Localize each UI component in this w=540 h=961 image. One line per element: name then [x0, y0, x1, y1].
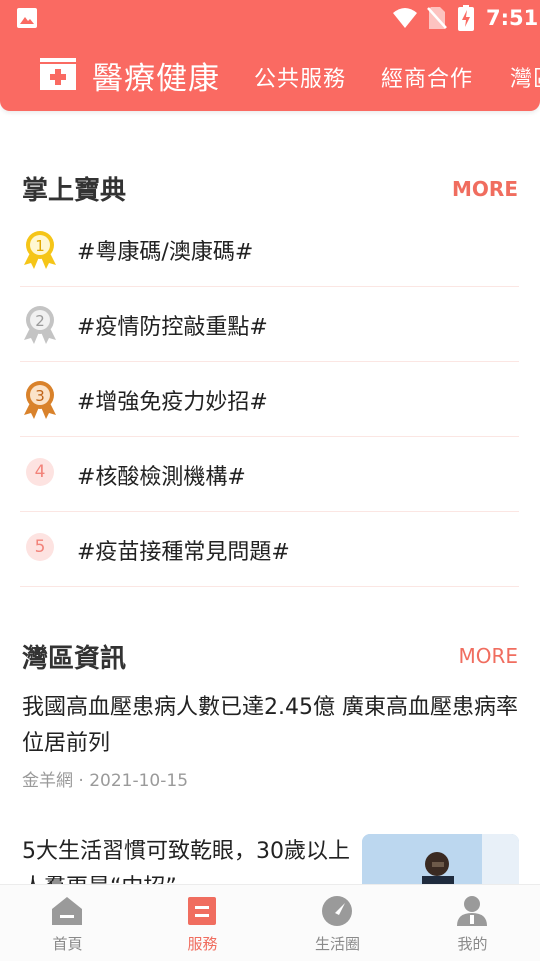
silver-medal-icon: 2: [24, 306, 56, 344]
rank-badge: 5: [26, 533, 54, 561]
svg-text:1: 1: [35, 237, 45, 255]
handbook-item[interactable]: 1 #粵康碼/澳康碼#: [20, 211, 519, 287]
news-more-link[interactable]: MORE: [458, 644, 518, 668]
tab-bay-area[interactable]: 灣區: [510, 61, 540, 93]
handbook-item[interactable]: 3 #增強免疫力妙招#: [20, 361, 519, 437]
tab-public-services[interactable]: 公共服務: [254, 61, 346, 93]
status-bar: 7:51: [0, 0, 540, 36]
handbook-section-title: 掌上寶典: [22, 176, 127, 206]
wifi-icon: [393, 8, 417, 28]
handbook-item[interactable]: 5 #疫苗接種常見問題#: [20, 511, 519, 587]
life-circle-icon: [322, 896, 352, 926]
battery-charging-icon: [458, 5, 474, 31]
nav-home[interactable]: 首頁: [0, 885, 135, 961]
profile-icon: [457, 896, 487, 926]
handbook-item-text: #增強免疫力妙招#: [77, 390, 268, 415]
handbook-more-link[interactable]: MORE: [452, 177, 518, 201]
svg-text:3: 3: [35, 387, 45, 405]
title-bar: 醫療健康 公共服務 經商合作 灣區: [0, 44, 540, 104]
tab-business-cooperation[interactable]: 經商合作: [381, 61, 473, 93]
bronze-medal-icon: 3: [24, 381, 56, 419]
nav-life-circle-label: 生活圈: [314, 935, 360, 953]
nav-profile[interactable]: 我的: [405, 885, 540, 961]
handbook-item-text: #疫苗接種常見問題#: [77, 540, 290, 565]
handbook-item[interactable]: 4 #核酸檢測機構#: [20, 436, 519, 512]
news-item-title[interactable]: 我國高血壓患病人數已達2.45億 廣東高血壓患病率位居前列: [22, 690, 522, 762]
no-sim-icon: [427, 7, 447, 29]
nav-home-label: 首頁: [52, 935, 83, 953]
image-notification-icon: [17, 8, 37, 28]
bottom-navigation: 首頁 服務 生活圈 我的: [0, 884, 540, 961]
nav-services-label: 服務: [187, 935, 218, 953]
nav-profile-label: 我的: [457, 935, 488, 953]
clock: 7:51: [486, 6, 539, 30]
news-item-meta: 金羊網 · 2021-10-15: [22, 771, 189, 791]
handbook-item-text: #粵康碼/澳康碼#: [77, 240, 254, 265]
svg-text:2: 2: [35, 312, 45, 330]
news-section-title: 灣區資訊: [22, 644, 127, 674]
nav-life-circle[interactable]: 生活圈: [270, 885, 405, 961]
handbook-item[interactable]: 2 #疫情防控敲重點#: [20, 286, 519, 362]
service-icon: [188, 897, 216, 925]
rank-badge: 4: [26, 458, 54, 486]
gold-medal-icon: 1: [24, 231, 56, 269]
medical-kit-icon: [40, 58, 76, 90]
app-header: 7:51 醫療健康 公共服務 經商合作 灣區: [0, 0, 540, 111]
page-title: 醫療健康: [92, 61, 220, 97]
nav-services[interactable]: 服務: [135, 885, 270, 961]
handbook-item-text: #核酸檢測機構#: [77, 465, 246, 490]
handbook-item-text: #疫情防控敲重點#: [77, 315, 268, 340]
home-icon: [52, 897, 82, 925]
